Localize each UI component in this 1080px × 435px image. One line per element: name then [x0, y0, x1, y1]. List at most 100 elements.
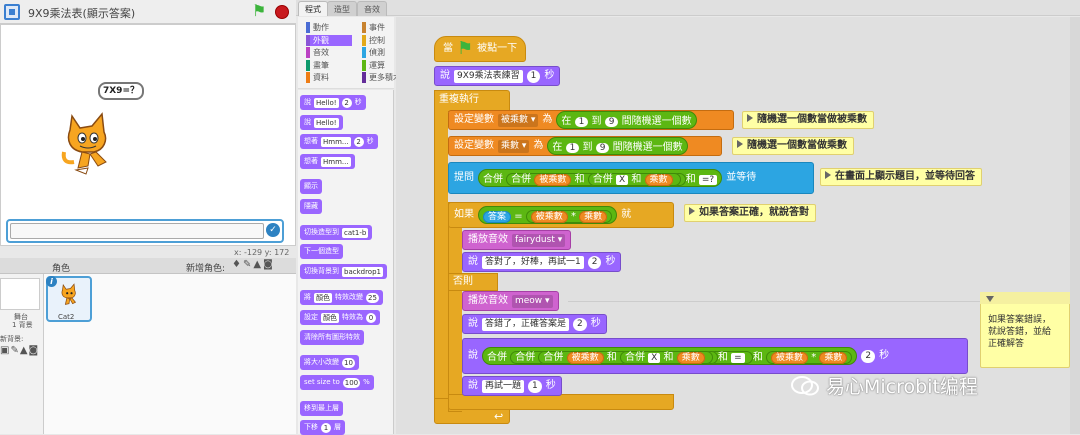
secs-field[interactable]: 1 — [526, 69, 541, 83]
var-dropdown[interactable]: 被乘數 ▾ — [498, 113, 539, 127]
var-multiplier[interactable]: 乘數 — [819, 352, 848, 364]
palette-block-2[interactable]: 想著 Hmm... 2 秒 — [300, 134, 378, 149]
secs-field[interactable]: 2 — [573, 317, 587, 331]
category-6[interactable]: 畫筆 — [306, 59, 352, 71]
multiply-op[interactable]: 被乘數 * 乘數 — [525, 210, 613, 223]
tab-scripts[interactable]: 程式 — [298, 1, 328, 16]
palette-block-7[interactable]: 下一個造型 — [300, 244, 343, 259]
palette-block-5[interactable]: 隱藏 — [300, 199, 322, 214]
palette-block-0[interactable]: 說 Hello! 2 秒 — [300, 95, 366, 110]
var-multiplicand[interactable]: 被乘數 — [566, 352, 604, 364]
say-answer-block[interactable]: 說 合併 合併 合併 被乘數 和 合併 X 和 乘數 和 = 和 被乘數 * 乘… — [462, 338, 968, 374]
text-field[interactable]: 答錯了，正確答案是 — [482, 317, 570, 331]
palette-block-11[interactable]: 清除所有圖形特效 — [300, 330, 364, 345]
palette-field[interactable]: Hmm... — [321, 156, 351, 167]
palette-field[interactable]: Hmm... — [321, 136, 351, 147]
category-4[interactable]: 音效 — [306, 47, 352, 58]
play-sound-fairydust-block[interactable]: 播放音效 fairydust ▾ — [462, 230, 572, 250]
var-multiplicand[interactable]: 被乘數 — [530, 211, 568, 223]
check-icon[interactable]: ✓ — [266, 223, 280, 237]
stop-icon[interactable] — [275, 5, 289, 19]
play-sound-meow-block[interactable]: 播放音效 meow ▾ — [462, 291, 559, 311]
text-field[interactable]: 再試一題 — [482, 379, 525, 393]
upload-icon[interactable]: ▲ — [253, 259, 263, 270]
x-field[interactable]: X — [615, 175, 629, 185]
join-op-inner[interactable]: 合併 被乘數 和 合併 X 和 乘數 — [538, 351, 718, 364]
category-0[interactable]: 動作 — [306, 22, 352, 33]
join-op-x[interactable]: 合併 X 和 乘數 — [619, 351, 713, 364]
var-multiplicand[interactable]: 被乘數 — [771, 352, 809, 364]
say-wrong-block[interactable]: 說 答錯了，正確答案是 2 秒 — [462, 314, 607, 334]
info-icon[interactable]: i — [46, 276, 57, 287]
sound-dropdown[interactable]: meow ▾ — [512, 294, 553, 308]
multiply-op[interactable]: 被乘數 * 乘數 — [766, 351, 853, 364]
new-sprite-tools[interactable]: ♦✎▲◙ — [232, 259, 275, 270]
backdrop-paint-icon[interactable]: ✎ — [10, 345, 19, 356]
tab-sounds[interactable]: 音效 — [357, 1, 387, 16]
say-title-block[interactable]: 說 9X9乘法表練習 1 秒 — [434, 66, 561, 86]
green-flag-icon[interactable]: ⚑ — [252, 3, 266, 19]
from-field[interactable]: 1 — [574, 117, 589, 127]
if-block[interactable]: 如果 答案 = 被乘數 * 乘數 就 — [448, 202, 674, 228]
comment-1[interactable]: 隨機選一個數當做被乘數 — [742, 111, 874, 129]
var-multiplicand[interactable]: 被乘數 — [534, 174, 572, 186]
var-multiplier[interactable]: 乘數 — [676, 352, 705, 364]
palette-field[interactable]: Hello! — [314, 97, 339, 108]
collapse-icon[interactable] — [986, 296, 994, 302]
category-8[interactable]: 資料 — [306, 72, 352, 83]
set-multiplicand-block[interactable]: 設定變數 被乘數 ▾ 為 在 1 到 9 間隨機選一個數 — [448, 110, 734, 130]
palette-field[interactable]: 顏色 — [314, 292, 332, 303]
palette-block-8[interactable]: 切換背景到 backdrop1 — [300, 264, 387, 279]
say-try-again-block[interactable]: 說 再試一題 1 秒 — [462, 376, 562, 396]
to-field[interactable]: 9 — [595, 143, 610, 153]
answer-reporter[interactable]: 答案 — [483, 211, 512, 223]
palette-num[interactable]: 100 — [342, 377, 361, 388]
join-op-outer[interactable]: 合併 合併 被乘數 和 合併 X 和 乘數 和 =? — [478, 169, 723, 187]
join-op-x[interactable]: 合併 X 和 乘數 — [587, 173, 681, 186]
palette-block-12[interactable]: 將大小改變 10 — [300, 355, 359, 370]
project-title[interactable]: 9X9乘法表(顯示答案) — [28, 5, 135, 21]
stage[interactable] — [0, 24, 296, 246]
app-icon[interactable] — [4, 4, 20, 20]
camera-icon[interactable]: ◙ — [263, 259, 275, 270]
palette-block-9[interactable]: 將顏色 特效改變 25 — [300, 290, 383, 305]
x-field[interactable]: X — [648, 353, 661, 363]
eq-field[interactable]: = — [731, 353, 745, 363]
join-op-mid[interactable]: 合併 合併 被乘數 和 合併 X 和 乘數 和 = — [510, 351, 753, 364]
palette-field[interactable]: cat1-b — [342, 227, 369, 238]
palette-num[interactable]: 2 — [341, 97, 352, 108]
say-correct-block[interactable]: 說 答對了，好棒，再試一1 2 秒 — [462, 252, 622, 272]
var-multiplier[interactable]: 乘數 — [579, 211, 608, 223]
palette-num[interactable]: 25 — [366, 292, 379, 303]
palette-block-10[interactable]: 設定 顏色 特效為 0 — [300, 310, 380, 325]
random-op[interactable]: 在 1 到 9 間隨機選一個數 — [547, 137, 688, 155]
library-icon[interactable]: ♦ — [232, 259, 243, 270]
palette-num[interactable]: 10 — [342, 357, 355, 368]
palette-block-14[interactable]: 移到最上層 — [300, 401, 343, 416]
sound-dropdown[interactable]: fairydust ▾ — [512, 233, 566, 247]
comment-4[interactable]: 如果答案正確，就說答對 — [684, 204, 816, 222]
backdrop-camera-icon[interactable]: ◙ — [29, 345, 40, 356]
palette-block-13[interactable]: set size to 100% — [300, 375, 374, 390]
cat-sprite[interactable] — [58, 108, 118, 180]
equals-op[interactable]: 答案 = 被乘數 * 乘數 — [478, 206, 618, 224]
tab-costumes[interactable]: 造型 — [327, 1, 357, 16]
answer-input[interactable] — [10, 223, 264, 239]
when-flag-clicked-block[interactable]: 當 ⚑ 被點一下 — [434, 36, 527, 62]
secs-field[interactable]: 2 — [861, 349, 876, 363]
backdrop-upload-icon[interactable]: ▲ — [20, 345, 29, 356]
text-field[interactable]: 答對了，好棒，再試一1 — [482, 255, 584, 269]
var-multiplier[interactable]: 乘數 — [644, 174, 673, 186]
palette-num[interactable]: 1 — [321, 422, 331, 433]
category-2[interactable]: 外觀 — [306, 34, 352, 46]
comment-2[interactable]: 隨機選一個數當做乘數 — [732, 137, 854, 155]
join-op-inner[interactable]: 合併 被乘數 和 合併 X 和 乘數 — [506, 173, 686, 186]
palette-field[interactable]: backdrop1 — [342, 266, 383, 277]
paint-icon[interactable]: ✎ — [243, 259, 253, 270]
random-op[interactable]: 在 1 到 9 間隨機選一個數 — [556, 111, 697, 129]
to-field[interactable]: 9 — [604, 117, 619, 127]
secs-field[interactable]: 1 — [528, 379, 542, 393]
comment-3[interactable]: 在畫面上顯示題目，並等待回答 — [820, 168, 982, 186]
from-field[interactable]: 1 — [565, 143, 580, 153]
palette-field[interactable]: Hello! — [314, 117, 339, 128]
